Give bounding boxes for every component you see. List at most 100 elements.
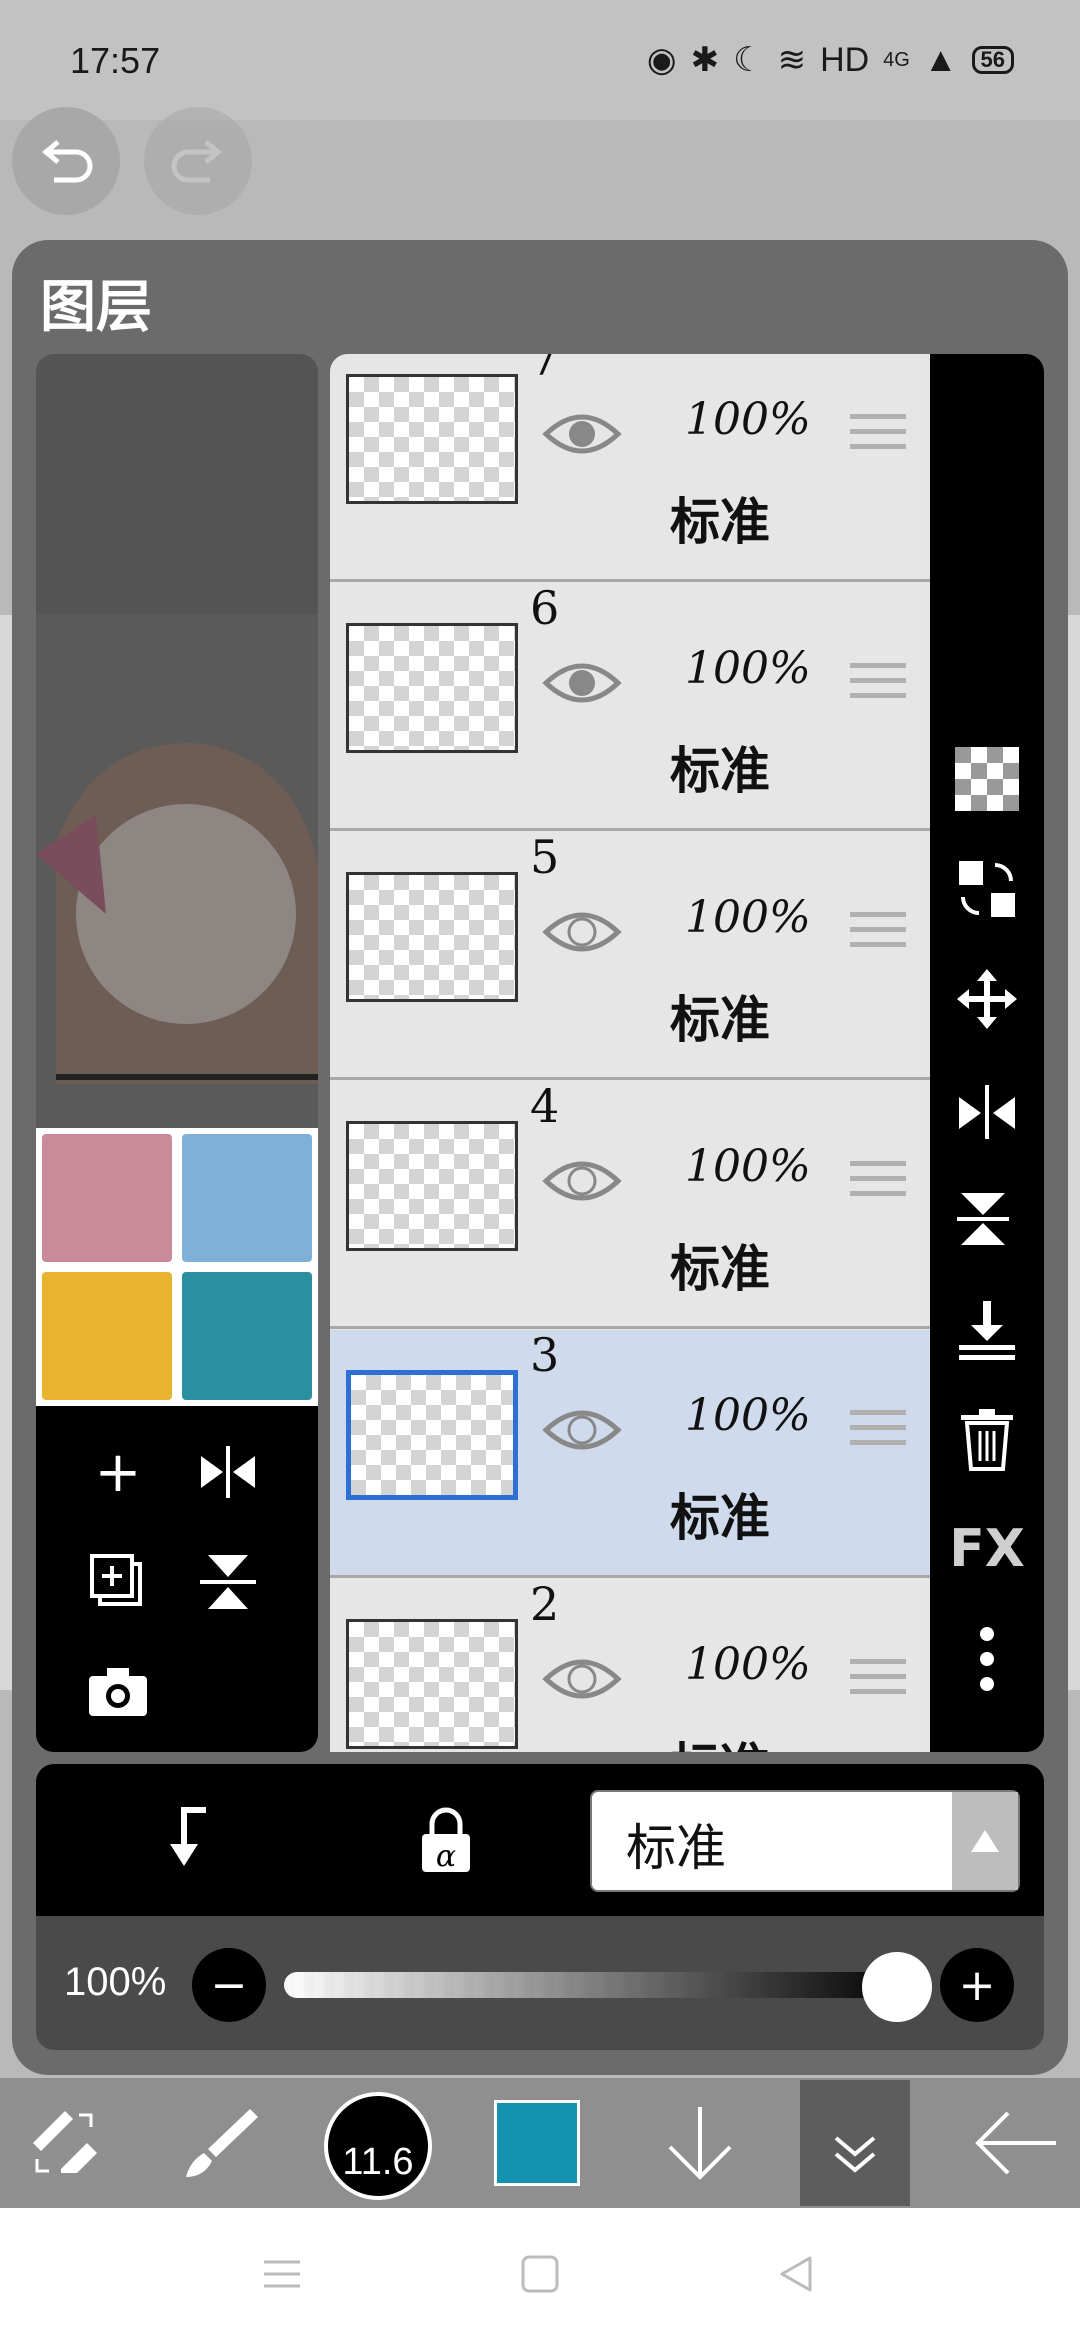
layer-thumbnail[interactable] bbox=[346, 1619, 518, 1749]
back-button[interactable] bbox=[960, 2078, 1070, 2208]
blend-mode-dropdown-arrow[interactable] bbox=[952, 1792, 1018, 1890]
fx-button[interactable]: FX bbox=[930, 1504, 1044, 1594]
layer-row[interactable]: 4 100% 标准 bbox=[330, 1079, 930, 1329]
layer-opacity: 100% bbox=[685, 1390, 811, 1441]
trash-icon bbox=[961, 1409, 1013, 1471]
triangle-back-icon bbox=[780, 2256, 812, 2292]
brush-tool-button[interactable] bbox=[170, 2078, 270, 2208]
layer-row[interactable]: 2 100% 标准 bbox=[330, 1577, 930, 1752]
clip-layer-button[interactable] bbox=[136, 1794, 236, 1884]
layer-opacity: 100% bbox=[685, 1141, 811, 1192]
drag-handle-icon[interactable] bbox=[850, 414, 906, 459]
flip-vertical-rotate-button[interactable] bbox=[930, 1174, 1044, 1264]
status-icons: ◉ ✱ ☾ ≋ HD 4G ▲ 56 bbox=[647, 40, 1014, 80]
signal-icon: ▲ bbox=[923, 40, 958, 79]
layer-number: 6 bbox=[530, 581, 560, 635]
camera-import-button[interactable] bbox=[78, 1652, 158, 1732]
layer-number: 7 bbox=[530, 354, 560, 386]
layer-thumbnail[interactable] bbox=[346, 623, 518, 753]
eye-outline-icon[interactable] bbox=[542, 1151, 622, 1211]
brush-size-button[interactable]: 11.6 bbox=[324, 2092, 432, 2200]
layer-blend-mode: 标准 bbox=[670, 991, 770, 1049]
undo-button[interactable] bbox=[12, 107, 120, 215]
layer-row[interactable]: 6 100% 标准 bbox=[330, 581, 930, 831]
drag-handle-icon[interactable] bbox=[850, 1659, 906, 1704]
drag-handle-icon[interactable] bbox=[850, 1410, 906, 1455]
eye-icon[interactable] bbox=[542, 653, 622, 713]
layer-thumbnail[interactable] bbox=[346, 872, 518, 1002]
layer-blend-mode: 标准 bbox=[670, 1240, 770, 1298]
eye-outline-icon[interactable] bbox=[542, 1400, 622, 1460]
opacity-value: 100% bbox=[64, 1960, 167, 2004]
clip-arrow-icon bbox=[170, 1807, 206, 1866]
add-layer-button[interactable]: + bbox=[78, 1432, 158, 1512]
alpha-lock-button[interactable]: α bbox=[396, 1794, 496, 1884]
drag-handle-icon[interactable] bbox=[850, 1161, 906, 1206]
transparency-button[interactable] bbox=[930, 734, 1044, 824]
thumbnail-panel bbox=[182, 1134, 312, 1262]
duplicate-layer-button[interactable] bbox=[78, 1542, 158, 1622]
dialog-title: 图层 bbox=[40, 275, 152, 340]
opacity-slider-knob[interactable] bbox=[862, 1952, 932, 2022]
more-vertical-icon bbox=[980, 1627, 994, 1691]
delete-layer-button[interactable] bbox=[930, 1394, 1044, 1484]
layer-row[interactable]: 3 100% 标准 bbox=[330, 1328, 930, 1578]
merge-down-icon bbox=[959, 1301, 1015, 1360]
layer-list[interactable]: 7 100% 标准 6 100% 标准 5 100% 标准 4 100% 标准 3 100% 标准 2 100%… bbox=[330, 354, 930, 1752]
layer-panel-toggle[interactable] bbox=[800, 2080, 910, 2206]
home-button[interactable] bbox=[520, 2254, 560, 2294]
camera-icon bbox=[89, 1668, 147, 1716]
layer-opacity: 100% bbox=[685, 643, 811, 694]
battery-indicator: 56 bbox=[971, 46, 1014, 74]
flip-horizontal-rotate-button[interactable] bbox=[930, 1064, 1044, 1154]
arrow-left-icon bbox=[975, 2111, 1056, 2175]
canvas-thumbnail bbox=[36, 1128, 318, 1406]
layer-opacity: 100% bbox=[685, 892, 811, 943]
layer-opacity: 100% bbox=[685, 394, 811, 445]
flip-horizontal-button[interactable] bbox=[188, 1432, 268, 1512]
layer-number: 3 bbox=[530, 1328, 560, 1382]
recents-button[interactable] bbox=[262, 2254, 302, 2294]
layer-row[interactable]: 7 100% 标准 bbox=[330, 354, 930, 582]
tool-switch-button[interactable] bbox=[20, 2078, 110, 2208]
flip-vertical-button[interactable] bbox=[188, 1542, 268, 1622]
eye-outline-icon[interactable] bbox=[542, 1649, 622, 1709]
eye-outline-icon[interactable] bbox=[542, 902, 622, 962]
move-icon bbox=[957, 969, 1017, 1029]
network-type: HD bbox=[820, 40, 870, 79]
layer-thumbnail[interactable] bbox=[346, 374, 518, 504]
drag-handle-icon[interactable] bbox=[850, 663, 906, 708]
layer-down-button[interactable] bbox=[650, 2078, 750, 2208]
layer-row[interactable]: 5 100% 标准 bbox=[330, 830, 930, 1080]
opacity-decrease-button[interactable]: − bbox=[192, 1948, 266, 2022]
flip-vertical-rotate-icon bbox=[957, 1193, 1009, 1245]
alpha-lock-icon: α bbox=[422, 1807, 470, 1874]
opacity-increase-button[interactable]: + bbox=[940, 1948, 1014, 2022]
blend-mode-value: 标准 bbox=[626, 1819, 726, 1877]
svg-text:α: α bbox=[436, 1839, 456, 1874]
eye-icon[interactable] bbox=[542, 404, 622, 464]
merge-down-button[interactable] bbox=[930, 1284, 1044, 1374]
swap-layers-button[interactable] bbox=[930, 844, 1044, 934]
opacity-slider[interactable] bbox=[284, 1972, 904, 1998]
layer-blend-mode: 标准 bbox=[670, 493, 770, 551]
redo-icon bbox=[171, 140, 222, 183]
system-back-button[interactable] bbox=[776, 2254, 816, 2294]
color-swatch[interactable] bbox=[494, 2100, 580, 2186]
layer-thumbnail[interactable] bbox=[346, 1370, 518, 1500]
redo-button[interactable] bbox=[144, 107, 252, 215]
layer-number: 5 bbox=[530, 830, 560, 884]
layer-number: 2 bbox=[530, 1577, 560, 1631]
drop-icon: ◉ bbox=[646, 41, 677, 79]
thumbnail-panel bbox=[42, 1134, 172, 1262]
more-options-button[interactable] bbox=[930, 1614, 1044, 1704]
triangle-up-icon bbox=[971, 1830, 999, 1852]
layer-blend-mode: 标准 bbox=[670, 742, 770, 800]
system-nav-bar bbox=[0, 2208, 1080, 2340]
move-button[interactable] bbox=[930, 954, 1044, 1044]
layer-thumbnail[interactable] bbox=[346, 1121, 518, 1251]
wifi-icon: ≋ bbox=[777, 41, 807, 79]
flip-horizontal-icon bbox=[201, 1446, 255, 1498]
bluetooth-icon: ✱ bbox=[690, 41, 720, 79]
drag-handle-icon[interactable] bbox=[850, 912, 906, 957]
